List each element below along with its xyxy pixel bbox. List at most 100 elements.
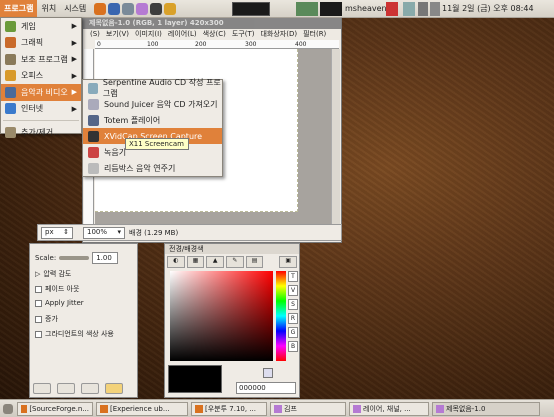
- update-icon[interactable]: [403, 2, 415, 16]
- window-title[interactable]: 제목없음-1.0 (RGB, 1 layer) 420x300: [83, 18, 341, 29]
- gimp-icon: [353, 404, 361, 413]
- menu-item-office[interactable]: 오피스 ▶: [1, 68, 81, 85]
- menu-image[interactable]: 이미지(I): [132, 29, 165, 40]
- checkbox[interactable]: [35, 315, 42, 323]
- volume-icon[interactable]: [418, 2, 428, 16]
- vertical-scrollbar[interactable]: [331, 49, 340, 231]
- menu-dialogs[interactable]: 대화상자(D): [257, 29, 300, 40]
- rhythmbox-icon: [88, 162, 99, 174]
- delete-preset-icon[interactable]: [81, 383, 99, 394]
- triangle-selector-tab[interactable]: ▲: [206, 256, 225, 268]
- network-icon[interactable]: [164, 2, 177, 15]
- channel-v-button[interactable]: S: [288, 299, 298, 310]
- hue-strip[interactable]: [276, 271, 286, 361]
- save-preset-icon[interactable]: [33, 383, 51, 394]
- task-gimp[interactable]: 김프: [270, 401, 346, 416]
- show-desktop-icon[interactable]: [3, 403, 13, 414]
- hex-input[interactable]: 000000: [236, 382, 296, 394]
- menu-layer[interactable]: 레이어(L): [165, 29, 200, 40]
- channel-s-button[interactable]: V: [288, 285, 298, 296]
- menu-item-sound-video[interactable]: 음악과 비디오 ▶: [1, 84, 81, 101]
- mail-icon[interactable]: [108, 2, 121, 15]
- picker-tab[interactable]: ✎: [226, 256, 244, 268]
- option-apply-jitter[interactable]: Apply Jitter: [35, 299, 84, 307]
- restore-preset-icon[interactable]: [57, 383, 75, 394]
- gimp-icon: [274, 404, 282, 413]
- unit-combo[interactable]: px ⇕: [41, 226, 73, 239]
- power-icon[interactable]: [386, 2, 398, 16]
- totem-player-icon: [88, 114, 99, 126]
- firefox-icon[interactable]: [94, 2, 107, 15]
- foreground-swatch[interactable]: [168, 365, 222, 393]
- ruler-label: 0: [97, 41, 101, 48]
- menu-item-totem[interactable]: Totem 플레이어: [83, 112, 222, 128]
- option-label: 페이드 아웃: [45, 285, 80, 293]
- ruler-label: 300: [245, 41, 257, 48]
- image-menubar: (S) 보기(V) 이미지(I) 레이어(L) 색상(C) 도구(T) 대화상자…: [83, 29, 341, 40]
- pressure-label: 압력 감도: [43, 270, 72, 278]
- eyedropper-icon[interactable]: [263, 368, 273, 378]
- menu-item-accessories[interactable]: 보조 프로그램 ▶: [1, 51, 81, 68]
- image-statusbar: px ⇕ 100% ▾ 배경 (1.29 MB): [37, 224, 342, 241]
- menu-item-serpentine[interactable]: Serpentine Audio CD 작성 프로그램: [83, 78, 222, 98]
- checkbox[interactable]: [35, 285, 42, 293]
- menu-view[interactable]: 보기(V): [103, 29, 132, 40]
- cmyk-selector-tab[interactable]: ▦: [186, 256, 205, 268]
- checkbox[interactable]: [35, 299, 42, 307]
- menu-places[interactable]: 위치: [37, 0, 60, 18]
- menu-applications[interactable]: 프로그램: [0, 0, 38, 18]
- menu-system[interactable]: 시스템: [60, 0, 90, 18]
- audio-cd-icon: [88, 82, 98, 94]
- clock[interactable]: 11월 2일 (금) 오후 08:44: [442, 0, 534, 18]
- menu-item-add-remove[interactable]: 추가/제거...: [1, 124, 81, 141]
- terminal-icon[interactable]: [150, 2, 163, 15]
- checkbox[interactable]: [35, 330, 42, 338]
- task-ubuntu[interactable]: [우분투 7.10, ...: [191, 401, 267, 416]
- menu-item-label: 그래픽: [21, 38, 44, 48]
- scale-spinbox[interactable]: 1.00: [92, 252, 119, 264]
- scales-tab[interactable]: ▤: [245, 256, 264, 268]
- scale-slider[interactable]: [59, 256, 90, 260]
- menu-item-games[interactable]: 게임 ▶: [1, 18, 81, 35]
- menu-item-rhythmbox[interactable]: 리듬박스 음악 연주기: [83, 160, 222, 176]
- option-gradient-colors[interactable]: 그라디언트의 색상 사용: [35, 329, 114, 339]
- saturation-value-square[interactable]: [170, 271, 273, 361]
- menu-item-internet[interactable]: 인터넷 ▶: [1, 101, 81, 118]
- system-monitor-icon: [296, 2, 318, 16]
- workspace-switcher[interactable]: [232, 2, 270, 16]
- dialog-title[interactable]: 전경/배경색: [165, 244, 299, 254]
- menu-filters[interactable]: 필터(R): [300, 29, 329, 40]
- option-label: 그라디언트의 색상 사용: [45, 330, 114, 338]
- user-name[interactable]: msheaven: [345, 0, 387, 18]
- menu-colors[interactable]: 색상(C): [200, 29, 229, 40]
- task-label: 제목없음-1.0: [446, 404, 486, 413]
- gimp-icon[interactable]: [136, 2, 149, 15]
- menu-file[interactable]: (S): [87, 29, 103, 40]
- sound-video-submenu: Serpentine Audio CD 작성 프로그램 Sound Juicer…: [82, 78, 223, 177]
- channel-g-button[interactable]: G: [288, 327, 298, 338]
- pressure-expander[interactable]: ▷ 압력 감도: [35, 269, 71, 279]
- help-icon[interactable]: [122, 2, 135, 15]
- reset-icon[interactable]: [105, 383, 123, 394]
- channel-r-button[interactable]: R: [288, 313, 298, 324]
- menu-item-label: Sound Juicer 음악 CD 가져오기: [104, 99, 218, 109]
- zoom-combo[interactable]: 100% ▾: [83, 226, 125, 239]
- scale-label: Scale:: [35, 254, 57, 262]
- task-experience[interactable]: [Experience ub...: [96, 401, 188, 416]
- add-remove-icon: [5, 126, 16, 138]
- menu-item-sound-juicer[interactable]: Sound Juicer 음악 CD 가져오기: [83, 96, 222, 112]
- channel-h-button[interactable]: T: [288, 271, 298, 282]
- channel-b-button[interactable]: B: [288, 341, 298, 352]
- gimp-selector-tab[interactable]: ◐: [167, 256, 185, 268]
- menu-item-graphics[interactable]: 그래픽 ▶: [1, 35, 81, 52]
- option-incremental[interactable]: 증가: [35, 314, 58, 324]
- option-fade-out[interactable]: 페이드 아웃: [35, 284, 79, 294]
- task-sourceforge[interactable]: [SourceForge.n...: [17, 401, 93, 416]
- triangle-right-icon: ▷: [35, 270, 41, 278]
- task-image[interactable]: 제목없음-1.0: [432, 401, 540, 416]
- menu-tools[interactable]: 도구(T): [229, 29, 258, 40]
- watercolor-tab[interactable]: ▣: [279, 256, 298, 268]
- task-layers[interactable]: 레이어, 채널, ...: [349, 401, 429, 416]
- office-icon: [5, 70, 16, 82]
- horizontal-ruler[interactable]: 0 100 200 300 400: [95, 40, 339, 49]
